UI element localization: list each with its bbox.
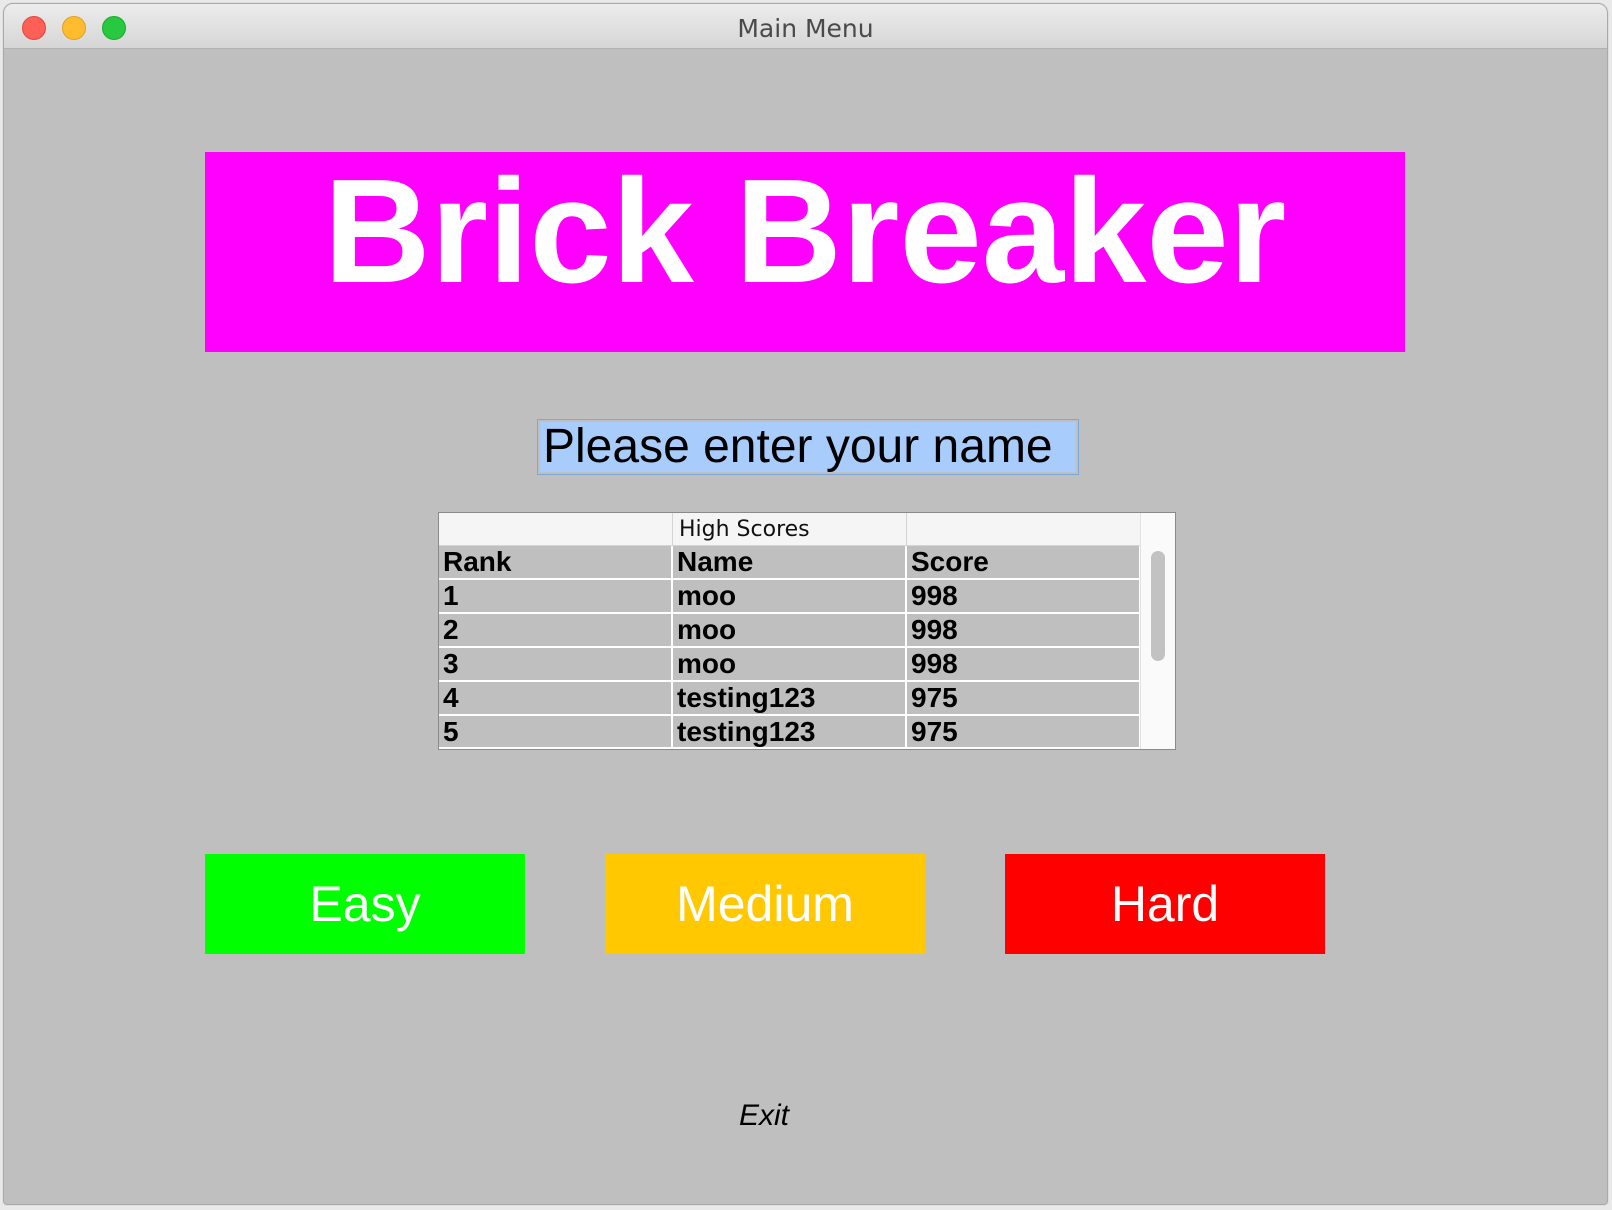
- score-cell: 975: [907, 716, 1141, 747]
- header-cell: [907, 513, 1141, 545]
- game-title: Brick Breaker: [323, 149, 1287, 314]
- hard-button[interactable]: Hard: [1005, 854, 1325, 954]
- name-column-header: Name: [673, 546, 907, 578]
- title-banner: Brick Breaker: [205, 152, 1405, 352]
- name-cell: moo: [673, 648, 907, 680]
- main-menu-window: Main Menu Brick Breaker Please enter you…: [3, 3, 1608, 1205]
- scrollbar-thumb[interactable]: [1151, 551, 1165, 661]
- table-row: 1 moo 998: [439, 580, 1141, 614]
- score-cell: 998: [907, 648, 1141, 680]
- name-cell: moo: [673, 614, 907, 646]
- rank-cell: 5: [439, 716, 673, 747]
- name-cell: testing123: [673, 716, 907, 747]
- table-row: 2 moo 998: [439, 614, 1141, 648]
- main-menu-content: Brick Breaker Please enter your name Hig…: [4, 49, 1607, 1204]
- rank-cell: 3: [439, 648, 673, 680]
- rank-cell: 1: [439, 580, 673, 612]
- medium-button[interactable]: Medium: [605, 854, 925, 954]
- name-cell: testing123: [673, 682, 907, 714]
- score-cell: 998: [907, 580, 1141, 612]
- easy-button[interactable]: Easy: [205, 854, 525, 954]
- score-column-header: Score: [907, 546, 1141, 578]
- table-row: 3 moo 998: [439, 648, 1141, 682]
- high-scores-scrollbar[interactable]: [1140, 513, 1175, 749]
- table-row: Rank Name Score: [439, 546, 1141, 580]
- rank-column-header: Rank: [439, 546, 673, 578]
- exit-button[interactable]: Exit: [724, 1099, 804, 1133]
- high-scores-rows: Rank Name Score 1 moo 998 2 moo 998 3 mo…: [439, 546, 1141, 747]
- rank-cell: 4: [439, 682, 673, 714]
- score-cell: 998: [907, 614, 1141, 646]
- name-cell: moo: [673, 580, 907, 612]
- window-title: Main Menu: [737, 14, 874, 43]
- score-cell: 975: [907, 682, 1141, 714]
- table-row: 4 testing123 975: [439, 682, 1141, 716]
- player-name-input[interactable]: Please enter your name: [537, 419, 1079, 475]
- title-bar: Main Menu: [4, 4, 1607, 49]
- player-name-text: Please enter your name: [540, 422, 1076, 472]
- rank-cell: 2: [439, 614, 673, 646]
- high-scores-header: High Scores: [439, 513, 1141, 546]
- high-scores-table: High Scores Rank Name Score 1 moo 998 2 …: [438, 512, 1176, 750]
- high-scores-title: High Scores: [679, 517, 810, 542]
- header-cell: [439, 513, 673, 545]
- table-row: 5 testing123 975: [439, 716, 1141, 747]
